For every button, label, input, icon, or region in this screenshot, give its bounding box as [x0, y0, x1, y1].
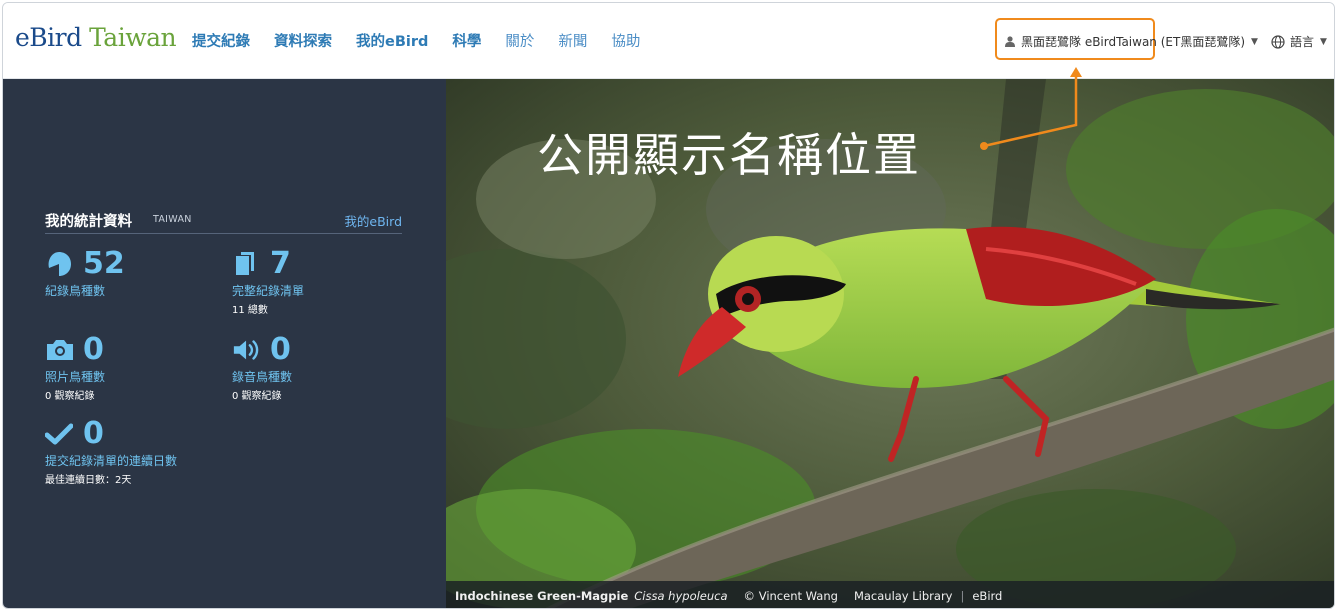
stat-checklists-label: 完整紀錄清單 [232, 284, 305, 298]
checklist-icon [232, 249, 262, 279]
my-ebird-link[interactable]: 我的eBird [344, 211, 402, 230]
stat-checklists[interactable]: 7 完整紀錄清單 11 總數 [232, 246, 305, 317]
nav-about[interactable]: 關於 [505, 30, 534, 51]
hero-photo: 公開顯示名稱位置 Indochinese Green-Magpie Cissa … [446, 79, 1334, 608]
language-menu[interactable]: 語言 ▼ [1271, 33, 1327, 50]
stat-photos-label: 照片鳥種數 [45, 370, 106, 384]
nav-news[interactable]: 新聞 [558, 30, 587, 51]
caption-library[interactable]: Macaulay Library [854, 589, 953, 603]
user-display-name: 黑面琵鷺隊 eBirdTaiwan (ET黑面琵鷺隊) [1021, 35, 1245, 49]
chevron-down-icon: ▼ [1251, 36, 1258, 47]
logo-ebird-text: eBird [15, 23, 82, 52]
stats-panel: 我的統計資料 TAIWAN 我的eBird 52 紀錄鳥種數 7 完整紀錄清單 … [3, 79, 446, 608]
camera-icon [45, 335, 75, 365]
stat-audio-value: 0 [270, 332, 291, 367]
stat-audio-sub: 0 觀察紀錄 [232, 391, 282, 402]
display-name-annotation-text: 公開顯示名稱位置 [537, 128, 921, 182]
stat-photos[interactable]: 0 照片鳥種數 0 觀察紀錄 [45, 332, 106, 403]
stat-streak-label: 提交紀錄清單的連續日數 [45, 454, 178, 468]
caption-species[interactable]: Indochinese Green-Magpie [455, 589, 628, 603]
species-icon [45, 249, 75, 279]
checkmark-icon [45, 419, 75, 449]
stat-species[interactable]: 52 紀錄鳥種數 [45, 247, 125, 299]
nav-submit[interactable]: 提交紀錄 [192, 30, 250, 51]
chevron-down-icon: ▼ [1320, 36, 1327, 47]
photo-caption: Indochinese Green-Magpie Cissa hypoleuca… [446, 581, 1334, 608]
stat-streak-value: 0 [83, 416, 104, 451]
stat-streak[interactable]: 0 提交紀錄清單的連續日數 最佳連續日數：2天 [45, 417, 177, 486]
stat-species-label: 紀錄鳥種數 [45, 284, 106, 298]
nav-science[interactable]: 科學 [452, 30, 481, 51]
nav-my-ebird[interactable]: 我的eBird [356, 30, 428, 51]
stat-species-value: 52 [83, 246, 125, 281]
stat-audio[interactable]: 0 錄音鳥種數 0 觀察紀錄 [232, 332, 293, 403]
nav-help[interactable]: 協助 [611, 30, 640, 51]
globe-icon [1271, 34, 1285, 49]
stats-header: 我的統計資料 TAIWAN 我的eBird [45, 210, 402, 234]
stat-checklists-sub: 11 總數 [232, 305, 268, 316]
caption-credit: © Vincent Wang [743, 588, 838, 603]
ebird-taiwan-logo[interactable]: eBird Taiwan [15, 23, 177, 52]
language-label: 語言 [1290, 35, 1315, 49]
stat-audio-label: 錄音鳥種數 [232, 370, 293, 384]
site-header: eBird Taiwan 提交紀錄 資料探索 我的eBird 科學 關於 新聞 … [3, 3, 1334, 79]
stat-checklists-value: 7 [270, 246, 291, 281]
stat-photos-value: 0 [83, 332, 104, 367]
stat-streak-sub: 最佳連續日數：2天 [45, 475, 132, 486]
audio-icon [232, 335, 262, 365]
caption-brand[interactable]: eBird [972, 589, 1002, 603]
nav-explore[interactable]: 資料探索 [274, 30, 332, 51]
browser-frame: eBird Taiwan 提交紀錄 資料探索 我的eBird 科學 關於 新聞 … [2, 2, 1335, 609]
logo-region-text: Taiwan [89, 23, 177, 52]
stats-title: 我的統計資料 [45, 214, 132, 230]
caption-separator: | [960, 588, 965, 603]
user-menu[interactable]: 黑面琵鷺隊 eBirdTaiwan (ET黑面琵鷺隊) ▼ [1005, 33, 1258, 50]
stats-region: TAIWAN [153, 214, 192, 225]
user-icon [1005, 36, 1015, 47]
stat-photos-sub: 0 觀察紀錄 [45, 391, 95, 402]
caption-scientific: Cissa hypoleuca [634, 588, 728, 603]
main-nav: 提交紀錄 資料探索 我的eBird 科學 關於 新聞 協助 [192, 30, 664, 51]
